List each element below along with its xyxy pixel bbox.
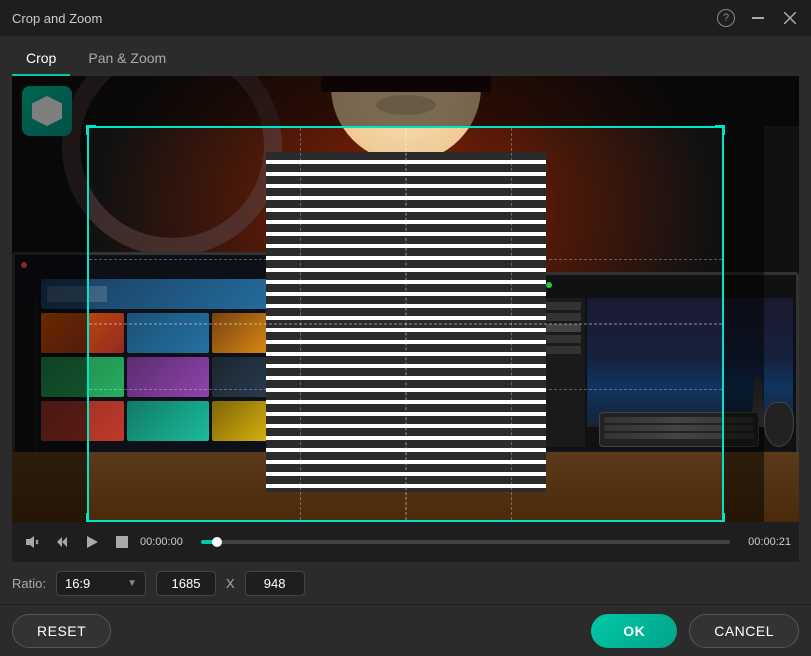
close-button[interactable]: [781, 9, 799, 27]
help-button[interactable]: ?: [717, 9, 735, 27]
progress-knob[interactable]: [212, 537, 222, 547]
grid-line-v1: [300, 128, 301, 520]
window-title: Crop and Zoom: [12, 11, 102, 26]
prev-frame-button[interactable]: [50, 530, 74, 554]
ok-button[interactable]: OK: [591, 614, 677, 648]
progress-bar[interactable]: [201, 540, 730, 544]
video-scene: [12, 76, 799, 522]
crop-border[interactable]: [87, 126, 724, 522]
stop-button[interactable]: [110, 530, 134, 554]
dropdown-arrow-icon: ▼: [127, 578, 137, 589]
time-total: 00:00:21: [736, 536, 791, 548]
crop-and-zoom-window: Crop and Zoom ? Crop Pan & Zoom: [0, 0, 811, 656]
crosshair-vertical: [405, 128, 406, 520]
grid-line-h1: [89, 259, 722, 260]
footer-right: OK CANCEL: [591, 614, 799, 648]
cancel-button[interactable]: CANCEL: [689, 614, 799, 648]
ratio-select[interactable]: 16:9 ▼: [56, 571, 146, 596]
playback-bar: 00:00:00 00:00:21: [12, 522, 799, 562]
tab-pan-zoom[interactable]: Pan & Zoom: [74, 44, 180, 76]
footer: RESET OK CANCEL: [0, 604, 811, 656]
grid-line-v2: [511, 128, 512, 520]
reset-button[interactable]: RESET: [12, 614, 111, 648]
height-input[interactable]: [245, 571, 305, 596]
tab-crop[interactable]: Crop: [12, 44, 70, 76]
mute-button[interactable]: [20, 530, 44, 554]
mask-top: [12, 76, 799, 126]
dimension-x-separator: X: [226, 576, 235, 591]
play-button[interactable]: [80, 530, 104, 554]
mask-right: [724, 126, 764, 522]
title-bar: Crop and Zoom ?: [0, 0, 811, 36]
grid-line-h2: [89, 389, 722, 390]
video-preview: [12, 76, 799, 522]
mask-left: [12, 126, 87, 522]
ratio-value: 16:9: [65, 576, 90, 591]
minimize-button[interactable]: [749, 9, 767, 27]
crop-overlay[interactable]: [12, 76, 799, 522]
tab-bar: Crop Pan & Zoom: [0, 36, 811, 76]
crop-handle-top-left[interactable]: [86, 125, 96, 135]
time-current: 00:00:00: [140, 536, 195, 548]
title-bar-controls: ?: [717, 9, 799, 27]
ratio-label: Ratio:: [12, 576, 46, 591]
width-input[interactable]: [156, 571, 216, 596]
title-bar-left: Crop and Zoom: [12, 11, 102, 26]
ratio-bar: Ratio: 16:9 ▼ X: [12, 562, 799, 604]
crosshair-horizontal: [89, 324, 722, 325]
crop-handle-bottom-left[interactable]: [86, 513, 96, 522]
